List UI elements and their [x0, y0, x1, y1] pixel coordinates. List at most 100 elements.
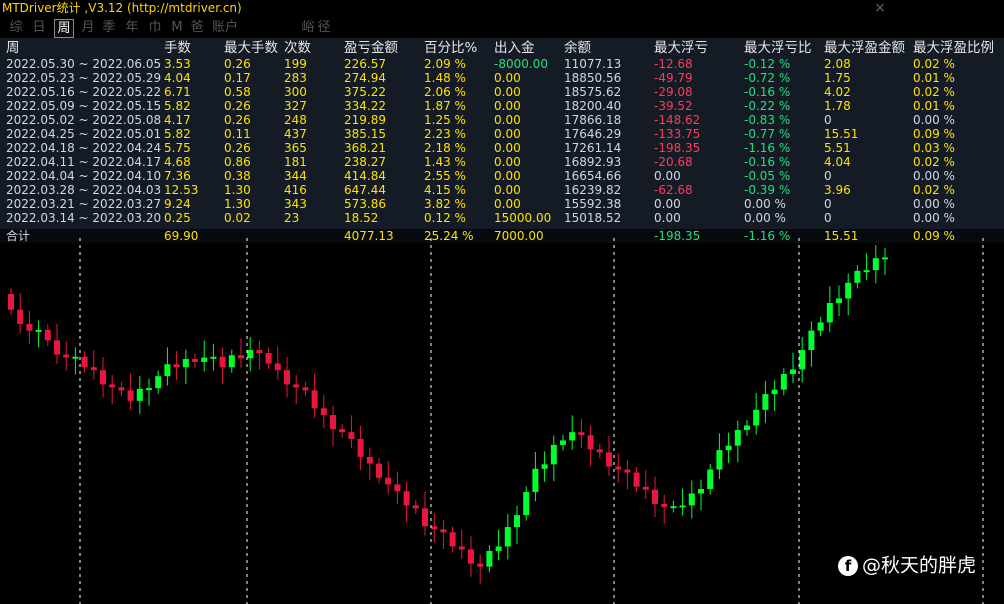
tab-5[interactable]: 年 [122, 19, 142, 36]
candle-body [587, 435, 594, 450]
candle-body [468, 549, 474, 564]
table-cell: 2.55 % [424, 169, 466, 183]
candle-body [238, 355, 244, 359]
column-header[interactable]: 盈亏金额 [344, 39, 398, 57]
tab-6[interactable]: 巾 [145, 19, 165, 36]
column-header[interactable]: 最大浮盈比例 [913, 39, 994, 57]
table-cell: 7.36 [164, 169, 191, 183]
table-cell: 2022.04.11 ~ 2022.04.17 [6, 155, 162, 169]
close-icon[interactable]: × [872, 0, 888, 16]
candle-body [348, 432, 355, 439]
table-cell: 0.02 % [913, 85, 955, 99]
candle-body [486, 550, 493, 567]
table-cell: 0.00 [494, 99, 521, 113]
table-cell: 0.03 % [913, 141, 955, 155]
tab-12[interactable]: 径 [316, 19, 332, 36]
table-cell: 0.58 [224, 85, 251, 99]
tab-0[interactable]: 综 [6, 19, 26, 36]
table-cell: 4.04 [164, 71, 191, 85]
table-cell: 647.44 [344, 183, 386, 197]
candle-body [670, 506, 677, 509]
table-cell: 16654.66 [564, 169, 622, 183]
table-row[interactable]: 2022.04.11 ~ 2022.04.17 4.68 0.86 181 238.27… [0, 155, 1004, 169]
table-cell: -29.08 [654, 85, 693, 99]
column-header[interactable]: 出入金 [494, 39, 535, 57]
column-header[interactable]: 余额 [564, 39, 591, 57]
table-cell: 1.25 % [424, 113, 466, 127]
table-cell: 2022.05.30 ~ 2022.06.05 [6, 57, 162, 71]
candle-body [514, 515, 520, 528]
tab-8[interactable]: 爸 [188, 19, 206, 36]
table-cell: 0 [824, 211, 832, 225]
table-cell: 2022.05.16 ~ 2022.05.22 [6, 85, 162, 99]
title-bar: MTDriver统计 ,V3.12 (http://mtdriver.cn) × [0, 0, 1004, 18]
table-cell: 1.78 [824, 99, 851, 113]
column-header[interactable]: 最大浮亏比 [744, 39, 812, 57]
candle-body [26, 323, 33, 331]
tab-9[interactable]: 账户 [210, 19, 240, 36]
tab-7[interactable]: M [168, 19, 186, 36]
table-cell: 4.02 [824, 85, 851, 99]
table-cell: -0.22 % [744, 99, 791, 113]
table-cell: 300 [284, 85, 307, 99]
table-cell: 0.00 [494, 113, 521, 127]
column-header[interactable]: 最大手数 [224, 39, 278, 57]
column-header[interactable]: 最大浮亏 [654, 39, 708, 57]
table-row[interactable]: 2022.04.25 ~ 2022.05.01 5.82 0.11 437 385.15… [0, 127, 1004, 141]
candle-body [330, 415, 336, 430]
table-cell: 0.00 [494, 197, 521, 211]
candle-body [863, 270, 870, 273]
column-header[interactable]: 百分比% [424, 39, 477, 57]
candle-body [854, 270, 861, 283]
candle-body [100, 370, 106, 385]
table-cell: 0.26 [224, 113, 251, 127]
candle-body [412, 505, 419, 509]
column-header[interactable]: 次数 [284, 39, 311, 57]
table-row[interactable]: 2022.05.23 ~ 2022.05.29 4.04 0.17 283 274.94… [0, 71, 1004, 85]
candle-body [560, 440, 566, 445]
table-row[interactable]: 2022.05.30 ~ 2022.06.05 3.53 0.26 199 226.57… [0, 57, 1004, 71]
table-cell: 0.02 % [913, 155, 955, 169]
candle-body [265, 353, 272, 364]
column-header[interactable]: 最大浮盈金额 [824, 39, 905, 57]
tab-4[interactable]: 季 [99, 19, 119, 36]
column-header[interactable]: 手数 [164, 39, 191, 57]
table-cell: 0.00 [494, 127, 521, 141]
tab-10[interactable] [240, 19, 250, 36]
table-cell: -0.72 % [744, 71, 791, 85]
table-cell: 437 [284, 127, 307, 141]
table-cell: 15000.00 [494, 211, 552, 225]
tab-3[interactable]: 月 [79, 19, 97, 36]
table-row[interactable]: 2022.04.04 ~ 2022.04.10 7.36 0.38 344 414.84… [0, 169, 1004, 183]
table-cell: 0.38 [224, 169, 251, 183]
candle-body [284, 370, 290, 385]
candle-body [293, 384, 300, 388]
table-row[interactable]: 2022.05.09 ~ 2022.05.15 5.82 0.26 327 334.22… [0, 99, 1004, 113]
column-header[interactable]: 周 [6, 39, 20, 57]
table-row[interactable]: 2022.03.28 ~ 2022.04.03 12.53 1.30 416 647.4… [0, 183, 1004, 197]
table-cell: 0.02 % [913, 57, 955, 71]
tab-11[interactable]: 峪 [300, 19, 316, 36]
candle-body [146, 388, 152, 391]
table-cell: 3.82 % [424, 197, 466, 211]
candle-body [173, 364, 180, 368]
table-cell: 3.96 [824, 183, 851, 197]
table-cell: 2022.03.21 ~ 2022.03.27 [6, 197, 162, 211]
table-row[interactable]: 2022.05.02 ~ 2022.05.08 4.17 0.26 248 219.89… [0, 113, 1004, 127]
table-cell: 2.23 % [424, 127, 466, 141]
tab-1[interactable]: 日 [29, 19, 49, 36]
table-cell: 16239.82 [564, 183, 622, 197]
candle-body [90, 367, 97, 371]
table-cell: -8000.00 [494, 57, 548, 71]
candle-body [155, 376, 162, 389]
table-row[interactable]: 2022.05.16 ~ 2022.05.22 6.71 0.58 300 375.22… [0, 85, 1004, 99]
table-row[interactable]: 2022.04.18 ~ 2022.04.24 5.75 0.26 365 368.21… [0, 141, 1004, 155]
table-row[interactable]: 2022.03.14 ~ 2022.03.20 0.25 0.02 23 18.52 0.… [0, 211, 1004, 225]
table-cell: 238.27 [344, 155, 386, 169]
table-cell: 1.75 [824, 71, 851, 85]
table-cell: 18850.56 [564, 71, 622, 85]
table-row[interactable]: 2022.03.21 ~ 2022.03.27 9.24 1.30 343 573.86… [0, 197, 1004, 211]
candle-body [63, 354, 70, 358]
candle-body [872, 258, 879, 271]
tab-2[interactable]: 周 [54, 19, 74, 38]
